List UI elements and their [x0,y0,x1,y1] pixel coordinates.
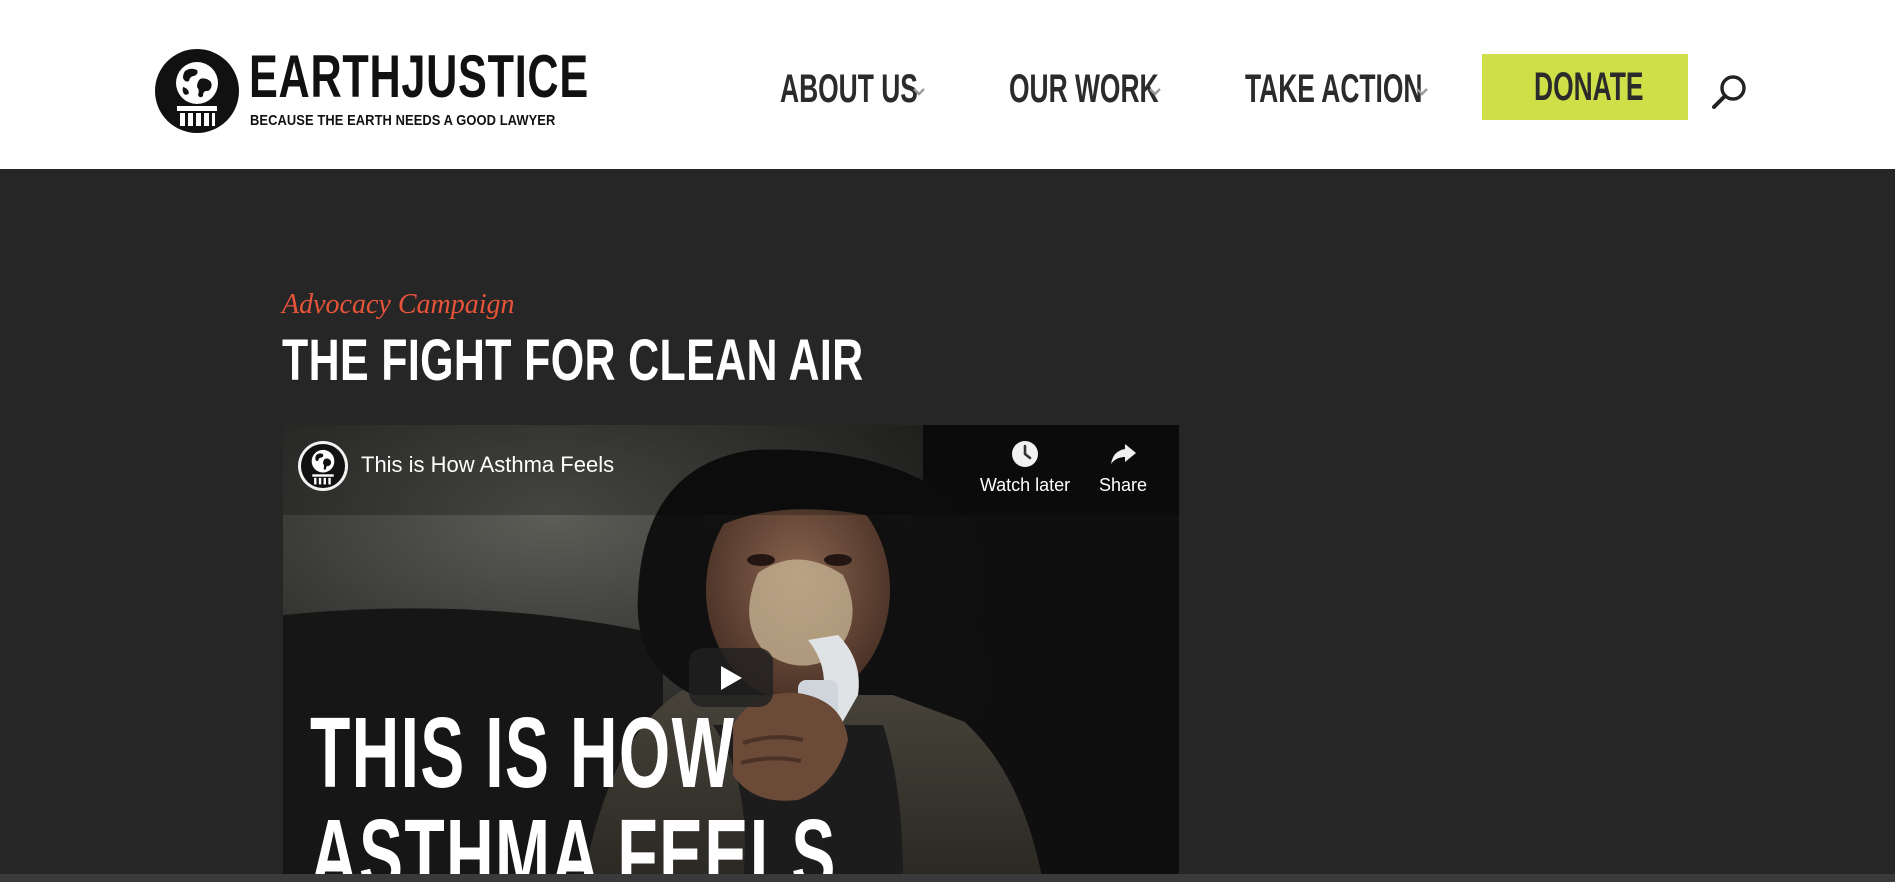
search-icon [1712,75,1746,109]
site-header: EARTHJUSTICE BECAUSE THE EARTH NEEDS A G… [0,0,1895,169]
bottom-strip [0,874,1895,882]
logo-wordmark: EARTHJUSTICE [249,43,589,110]
chevron-down-icon [1416,88,1428,96]
video-title[interactable]: This is How Asthma Feels [361,451,614,479]
nav-label-about-us: ABOUT US [780,67,918,111]
play-icon [721,666,742,690]
donate-label: DONATE [1534,65,1644,109]
earthjustice-logo[interactable]: EARTHJUSTICE BECAUSE THE EARTH NEEDS A G… [155,44,588,134]
channel-avatar[interactable] [298,441,348,491]
search-button[interactable] [1710,72,1750,112]
globe-pillar-icon [300,443,346,489]
watch-later-label: Watch later [979,475,1071,495]
video-player[interactable]: This is How Asthma Feels Watch later Sha… [283,425,1179,882]
campaign-eyebrow: Advocacy Campaign [282,289,515,320]
chevron-down-icon [1149,88,1161,96]
nav-our-work[interactable]: OUR WORK [1009,60,1169,118]
logo-tagline: BECAUSE THE EARTH NEEDS A GOOD LAWYER [250,112,556,129]
donate-button[interactable]: DONATE [1482,54,1688,120]
watch-later-button[interactable]: Watch later [975,439,1075,509]
share-button[interactable]: Share [1088,439,1158,509]
share-arrow-icon [1111,444,1136,464]
nav-label-our-work: OUR WORK [1009,67,1159,111]
nav-label-take-action: TAKE ACTION [1245,67,1423,111]
nav-about-us[interactable]: ABOUT US [780,60,930,118]
page-title: THE FIGHT FOR CLEAN AIR [282,328,864,393]
clock-icon [1012,441,1038,467]
globe-pillar-icon [155,49,239,133]
share-label: Share [1098,475,1148,495]
nav-take-action[interactable]: TAKE ACTION [1245,60,1435,118]
video-overlay-line-1: THIS IS HOW [310,697,736,809]
chevron-down-icon [913,88,925,96]
video-overlay-line-2: ASTHMA FEELS [310,799,837,882]
